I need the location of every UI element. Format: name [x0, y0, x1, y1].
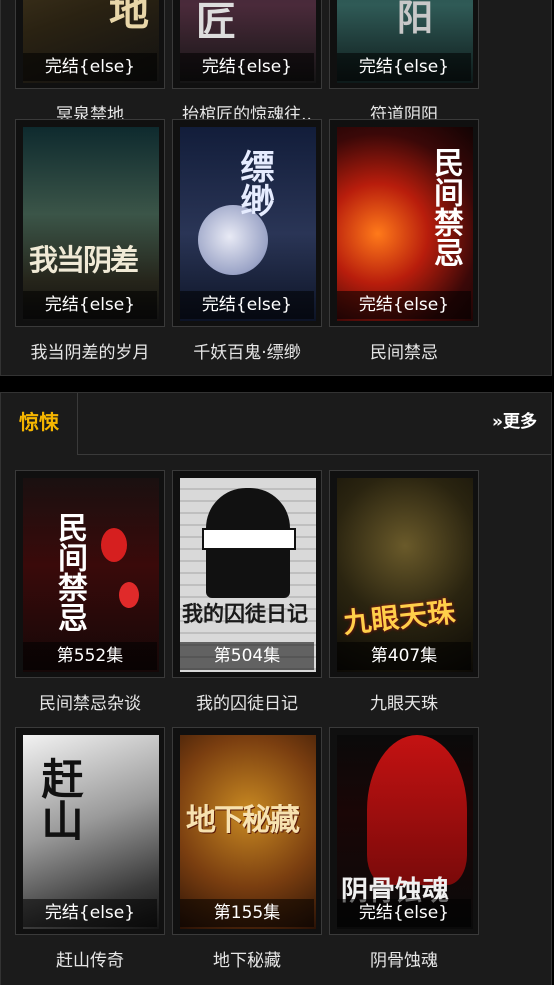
status-badge: 第407集 [337, 642, 471, 670]
cover-title-art: 我的囚徒日记 [182, 601, 308, 626]
tab-thriller[interactable]: 惊悚 [1, 393, 78, 455]
book-card[interactable]: 赶山 完结{else} 赶山传奇 [15, 727, 165, 971]
status-badge: 完结{else} [180, 53, 314, 81]
book-cover[interactable]: 地 完结{else} [15, 0, 165, 89]
book-section-top: 地 完结{else} 冥泉禁地 匠 完结{else} 抬棺匠的惊魂往.. 阳 完… [0, 0, 552, 376]
book-title[interactable]: 阴骨蚀魂 [323, 946, 485, 971]
lantern-shape [119, 582, 139, 608]
more-link[interactable]: »更多 [492, 407, 537, 432]
status-badge: 完结{else} [337, 899, 471, 927]
book-card[interactable]: 我当阴差 完结{else} 我当阴差的岁月 [15, 119, 165, 363]
status-badge: 完结{else} [23, 291, 157, 319]
book-title[interactable]: 民间禁忌 [323, 338, 485, 363]
book-title[interactable]: 地下秘藏 [166, 946, 328, 971]
lantern-shape [101, 528, 127, 562]
book-title[interactable]: 赶山传奇 [9, 946, 171, 971]
book-card[interactable]: 民间禁忌 第552集 民间禁忌杂谈 [15, 470, 165, 714]
book-card[interactable]: 民间禁忌 完结{else} 民间禁忌 [329, 119, 479, 363]
placard-shape [202, 528, 296, 550]
book-card[interactable]: 九眼天珠 第407集 九眼天珠 [329, 470, 479, 714]
cover-title-art: 我当阴差 [29, 243, 139, 277]
divider [77, 454, 551, 455]
book-card[interactable]: 阳 完结{else} 符道阴阳 [329, 0, 479, 125]
book-cover[interactable]: 缥缈 完结{else} [172, 119, 322, 327]
cover-title-art: 赶山 [35, 757, 84, 841]
cover-title-art: 缥缈 [234, 149, 274, 217]
cover-title-art: 民间禁忌 [52, 512, 87, 632]
book-cover[interactable]: 九眼天珠 第407集 [329, 470, 479, 678]
status-badge: 完结{else} [337, 53, 471, 81]
book-title[interactable]: 我当阴差的岁月 [9, 338, 171, 363]
book-card[interactable]: 阴骨蚀魂 完结{else} 阴骨蚀魂 [329, 727, 479, 971]
book-card[interactable]: 匠 完结{else} 抬棺匠的惊魂往.. [172, 0, 322, 125]
book-cover[interactable]: 匠 完结{else} [172, 0, 322, 89]
status-badge: 完结{else} [337, 291, 471, 319]
book-cover[interactable]: 地下秘藏 第155集 [172, 727, 322, 935]
cover-title-art: 地 [109, 0, 149, 35]
book-card[interactable]: 地下秘藏 第155集 地下秘藏 [172, 727, 322, 971]
cover-title-art: 匠 [196, 0, 236, 45]
book-cover[interactable]: 我当阴差 完结{else} [15, 119, 165, 327]
book-title[interactable]: 民间禁忌杂谈 [9, 689, 171, 714]
cover-title-art: 九眼天珠 [341, 595, 457, 640]
book-card[interactable]: 地 完结{else} 冥泉禁地 [15, 0, 165, 125]
book-card[interactable]: 缥缈 完结{else} 千妖百鬼·缥缈 [172, 119, 322, 363]
book-title[interactable]: 我的囚徒日记 [166, 689, 328, 714]
book-cover[interactable]: 我的囚徒日记 第504集 [172, 470, 322, 678]
cover-title-art: 地下秘藏 [186, 803, 300, 838]
status-badge: 第504集 [180, 642, 314, 670]
book-cover[interactable]: 民间禁忌 第552集 [15, 470, 165, 678]
status-badge: 完结{else} [180, 291, 314, 319]
status-badge: 第552集 [23, 642, 157, 670]
book-title[interactable]: 九眼天珠 [323, 689, 485, 714]
book-cover[interactable]: 民间禁忌 完结{else} [329, 119, 479, 327]
veil-shape [367, 735, 467, 885]
status-badge: 完结{else} [23, 53, 157, 81]
status-badge: 完结{else} [23, 899, 157, 927]
book-cover[interactable]: 阴骨蚀魂 完结{else} [329, 727, 479, 935]
book-cover[interactable]: 阳 完结{else} [329, 0, 479, 89]
book-cover[interactable]: 赶山 完结{else} [15, 727, 165, 935]
book-card[interactable]: 我的囚徒日记 第504集 我的囚徒日记 [172, 470, 322, 714]
book-section-thriller: 惊悚 »更多 民间禁忌 第552集 民间禁忌杂谈 我的囚徒日记 第504集 我的… [0, 392, 552, 985]
book-title[interactable]: 千妖百鬼·缥缈 [166, 338, 328, 363]
status-badge: 第155集 [180, 899, 314, 927]
cover-title-art: 阳 [397, 0, 434, 39]
cover-title-art: 民间禁忌 [428, 147, 463, 267]
